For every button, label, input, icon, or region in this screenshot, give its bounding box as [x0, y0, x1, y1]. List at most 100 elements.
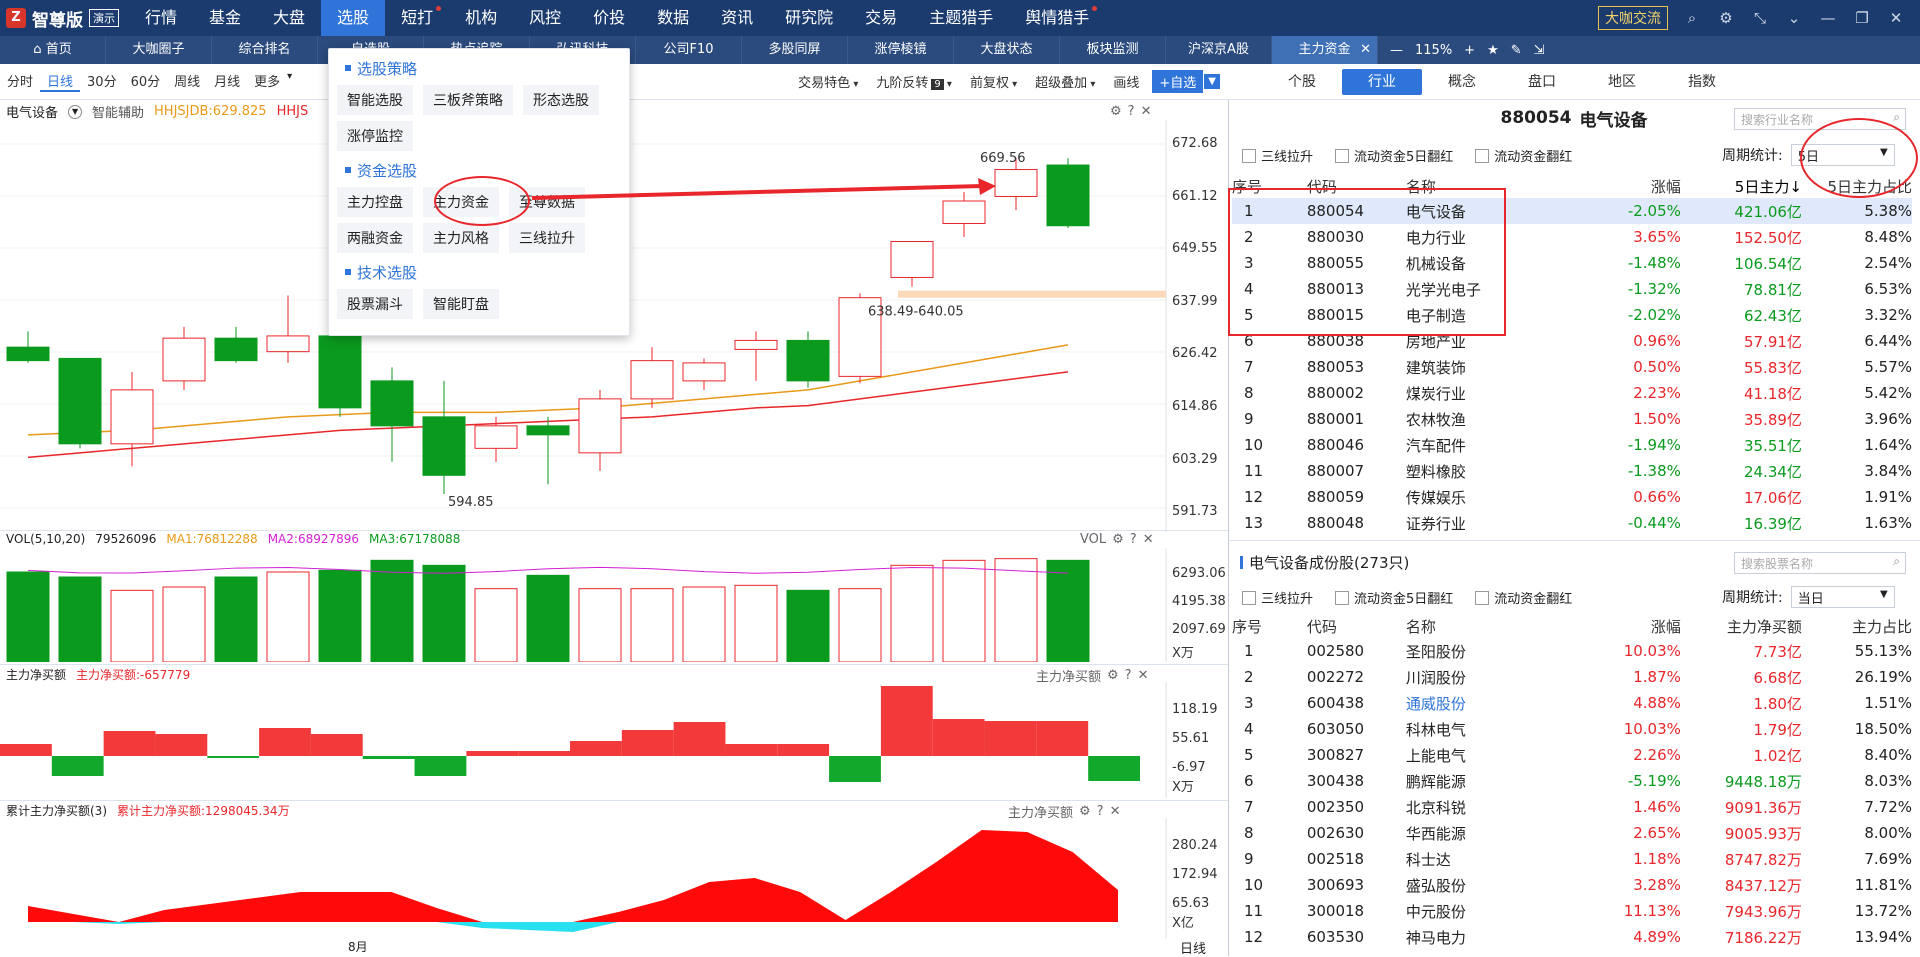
- menu-item[interactable]: 主力风格: [423, 223, 499, 253]
- volume-bar[interactable]: [942, 559, 986, 662]
- close-icon[interactable]: ✕: [1143, 532, 1154, 547]
- volume-bar[interactable]: [370, 559, 414, 662]
- candle-body[interactable]: [110, 389, 154, 445]
- nav-13[interactable]: 舆情猎手: [1009, 0, 1105, 36]
- nav-6[interactable]: 风控: [513, 0, 577, 36]
- net-buy-bar[interactable]: [1036, 721, 1089, 756]
- tab-8[interactable]: 涨停棱镜: [848, 36, 954, 64]
- chart-dropdown-icon[interactable]: ▼: [68, 104, 83, 119]
- net-buy-bar[interactable]: [362, 756, 415, 759]
- star-icon[interactable]: ★: [1487, 43, 1499, 58]
- tab-0[interactable]: ⌂ 首页: [0, 36, 106, 64]
- period-5[interactable]: 月线: [207, 71, 247, 92]
- volume-bar[interactable]: [1046, 559, 1090, 662]
- tab-12[interactable]: 主力资金 ✕: [1272, 36, 1378, 64]
- settings-icon[interactable]: ⚙: [1079, 804, 1091, 819]
- volume-bar[interactable]: [422, 564, 466, 662]
- table-row[interactable]: 2 002272 川润股份 1.87% 6.68亿 26.19%: [1232, 664, 1912, 690]
- market-tab-2[interactable]: 概念: [1422, 69, 1502, 95]
- period-3[interactable]: 60分: [124, 71, 168, 92]
- zoom-out-icon[interactable]: —: [1390, 43, 1403, 58]
- menu-item[interactable]: 智能盯盘: [423, 289, 499, 319]
- period-0[interactable]: 分时: [0, 71, 40, 92]
- candle-body[interactable]: [734, 339, 778, 350]
- net-buy-bar[interactable]: [570, 741, 622, 756]
- net-buy-bar[interactable]: [880, 686, 933, 756]
- volume-bar[interactable]: [630, 588, 674, 662]
- volume-bar[interactable]: [318, 569, 362, 662]
- period-2[interactable]: 30分: [80, 71, 124, 92]
- net-buy-bar[interactable]: [414, 756, 467, 776]
- zoom-in-icon[interactable]: +: [1464, 43, 1475, 58]
- candle-body[interactable]: [318, 335, 362, 409]
- volume-bar[interactable]: [162, 586, 206, 662]
- help-icon[interactable]: ?: [1128, 104, 1135, 119]
- menu-item[interactable]: 智能选股: [337, 85, 413, 115]
- help-icon[interactable]: ?: [1097, 804, 1104, 819]
- tab-7[interactable]: 多股同屏: [742, 36, 848, 64]
- volume-bar[interactable]: [266, 571, 310, 662]
- help-icon[interactable]: ?: [1125, 668, 1132, 683]
- net-buy-bar[interactable]: [103, 731, 156, 756]
- volume-bar[interactable]: [838, 588, 882, 662]
- add-watchlist-button[interactable]: +自选: [1152, 70, 1204, 93]
- nav-12[interactable]: 主题猎手: [913, 0, 1009, 36]
- tool-1[interactable]: 九阶反转 9 ▾: [867, 72, 961, 91]
- tab-9[interactable]: 大盘状态: [954, 36, 1060, 64]
- close-icon[interactable]: ✕: [1886, 8, 1906, 28]
- net-buy-bar[interactable]: [0, 744, 52, 756]
- market-tab-1[interactable]: 行业: [1342, 68, 1422, 95]
- volume-bar[interactable]: [682, 586, 726, 662]
- close-tab-icon[interactable]: ✕: [1360, 36, 1371, 64]
- net-buy-bar[interactable]: [518, 751, 570, 756]
- smart-assist-label[interactable]: 智能辅助: [92, 102, 144, 121]
- tab-2[interactable]: 综合排名: [212, 36, 318, 64]
- nav-1[interactable]: 基金: [193, 0, 257, 36]
- net-buy-bar[interactable]: [310, 734, 363, 756]
- table-row[interactable]: 7 002350 北京科锐 1.46% 9091.36万 7.72%: [1232, 794, 1912, 820]
- net-buy-bar[interactable]: [829, 756, 881, 782]
- menu-item[interactable]: 股票漏斗: [337, 289, 413, 319]
- shrink-icon[interactable]: ⤡: [1750, 8, 1770, 28]
- net-buy-bar[interactable]: [155, 734, 208, 756]
- nav-11[interactable]: 交易: [849, 0, 913, 36]
- candle-body[interactable]: [682, 362, 726, 382]
- net-buy-bar[interactable]: [466, 751, 519, 756]
- candle-body[interactable]: [942, 200, 986, 224]
- volume-bar[interactable]: [578, 588, 622, 662]
- candle-body[interactable]: [786, 339, 830, 382]
- candle-body[interactable]: [890, 240, 934, 278]
- net-buy-bar[interactable]: [1088, 756, 1140, 781]
- candle-body[interactable]: [422, 416, 466, 476]
- restore-icon[interactable]: ❐: [1852, 8, 1872, 28]
- chevron-down-icon[interactable]: ⌄: [1784, 8, 1804, 28]
- net-buy-bar[interactable]: [673, 722, 726, 756]
- menu-item[interactable]: 两融资金: [337, 223, 413, 253]
- tab-11[interactable]: 沪深京A股: [1166, 36, 1272, 64]
- candle-body[interactable]: [630, 360, 674, 400]
- market-tab-4[interactable]: 地区: [1582, 69, 1662, 95]
- net-buy-bar[interactable]: [984, 721, 1037, 756]
- net-buy-bar[interactable]: [259, 728, 311, 756]
- community-button[interactable]: 大咖交流: [1598, 6, 1668, 30]
- candle-body[interactable]: [266, 335, 310, 353]
- menu-item[interactable]: 三板斧策略: [423, 85, 513, 115]
- menu-item[interactable]: 主力控盘: [337, 187, 413, 217]
- candle-body[interactable]: [994, 169, 1038, 198]
- candle-body[interactable]: [526, 425, 570, 436]
- candle-body[interactable]: [214, 337, 258, 362]
- nav-8[interactable]: 数据: [641, 0, 705, 36]
- search-icon[interactable]: ⌕: [1893, 110, 1900, 125]
- tab-6[interactable]: 公司F10: [636, 36, 742, 64]
- help-icon[interactable]: ?: [1130, 532, 1137, 547]
- tool-0[interactable]: 交易特色 ▾: [789, 72, 867, 91]
- period-4[interactable]: 周线: [167, 71, 207, 92]
- nav-3[interactable]: 选股: [321, 0, 386, 36]
- volume-bar[interactable]: [6, 571, 50, 662]
- close-icon[interactable]: ✕: [1110, 804, 1121, 819]
- period-1[interactable]: 日线: [40, 71, 81, 92]
- nav-9[interactable]: 资讯: [705, 0, 769, 36]
- candle-body[interactable]: [1046, 164, 1090, 227]
- volume-bar[interactable]: [994, 558, 1038, 662]
- tab-1[interactable]: 大咖圈子: [106, 36, 212, 64]
